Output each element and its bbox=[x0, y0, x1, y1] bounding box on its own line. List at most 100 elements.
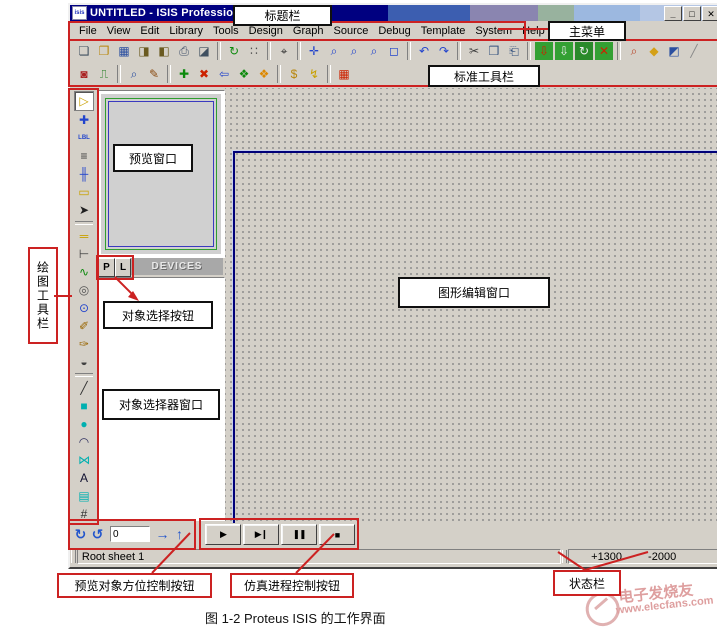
view-netlist-icon[interactable]: ❖ bbox=[235, 65, 253, 83]
packaging-tool-icon[interactable]: ◩ bbox=[665, 42, 683, 60]
statusbar-grip[interactable] bbox=[71, 550, 76, 563]
electrical-rules-icon[interactable]: ↯ bbox=[305, 65, 323, 83]
terminal-icon[interactable]: ═ bbox=[75, 227, 93, 245]
toolbar-button[interactable] bbox=[297, 42, 301, 60]
step-button[interactable]: ▶❙ bbox=[243, 524, 279, 545]
redraw-icon[interactable]: ↻ bbox=[225, 42, 243, 60]
statusbar-grip[interactable] bbox=[562, 550, 568, 563]
mirror-horizontal-button[interactable]: → bbox=[154, 525, 171, 543]
mode-button[interactable] bbox=[75, 221, 93, 225]
save-file-icon[interactable]: ▦ bbox=[115, 42, 133, 60]
search-tag-icon[interactable]: ⌕ bbox=[125, 65, 143, 83]
netlist-compile-icon[interactable]: ❖ bbox=[255, 65, 273, 83]
menu-item[interactable]: Edit bbox=[135, 24, 164, 38]
2d-path-icon[interactable]: ⋈ bbox=[75, 451, 93, 469]
bill-of-materials-icon[interactable]: $ bbox=[285, 65, 303, 83]
component-mode-icon[interactable]: ▷ bbox=[74, 91, 94, 111]
rotation-angle-input[interactable] bbox=[110, 526, 150, 542]
cut-icon[interactable]: ✂ bbox=[465, 42, 483, 60]
toolbar-button[interactable] bbox=[167, 65, 171, 83]
2d-marker-icon[interactable]: # bbox=[75, 505, 93, 523]
new-sheet-icon[interactable]: ✚ bbox=[175, 65, 193, 83]
new-file-icon[interactable]: ❏ bbox=[75, 42, 93, 60]
virtual-instrument-icon[interactable]: ◒ bbox=[75, 353, 93, 371]
goto-parent-icon[interactable]: ⇦ bbox=[215, 65, 233, 83]
zoom-all-icon[interactable]: ⌕ bbox=[365, 42, 383, 60]
stop-button[interactable]: ■ bbox=[319, 524, 355, 545]
menu-item[interactable]: System bbox=[470, 24, 517, 38]
minimize-button[interactable]: _ bbox=[664, 6, 682, 21]
wire-label-icon[interactable]: LBL bbox=[75, 129, 93, 147]
2d-circle-icon[interactable]: ● bbox=[75, 415, 93, 433]
menu-item[interactable]: Debug bbox=[373, 24, 415, 38]
mark-output-area-icon[interactable]: ◪ bbox=[195, 42, 213, 60]
block-delete-icon[interactable]: ✕ bbox=[595, 42, 613, 60]
maximize-button[interactable]: □ bbox=[683, 6, 701, 21]
2d-symbol-icon[interactable]: ▤ bbox=[75, 487, 93, 505]
toolbar-button[interactable] bbox=[617, 42, 621, 60]
pan-icon[interactable]: ✛ bbox=[305, 42, 323, 60]
pause-button[interactable]: ❚❚ bbox=[281, 524, 317, 545]
zoom-area-icon[interactable]: ◻ bbox=[385, 42, 403, 60]
netlist-to-ares-icon[interactable]: ▦ bbox=[335, 65, 353, 83]
device-pin-icon[interactable]: ⊢ bbox=[75, 245, 93, 263]
2d-arc-icon[interactable]: ◠ bbox=[75, 433, 93, 451]
graph-mode-icon[interactable]: ∿ bbox=[75, 263, 93, 281]
bus-icon[interactable]: ╫ bbox=[75, 165, 93, 183]
pick-devices-button[interactable]: P bbox=[98, 258, 115, 277]
import-section-icon[interactable]: ◨ bbox=[135, 42, 153, 60]
block-rotate-icon[interactable]: ↻ bbox=[575, 42, 593, 60]
toolbar-button[interactable] bbox=[117, 65, 121, 83]
redo-icon[interactable]: ↷ bbox=[435, 42, 453, 60]
menu-item[interactable]: Source bbox=[329, 24, 374, 38]
copy-icon[interactable]: ❒ bbox=[485, 42, 503, 60]
toolbar-button[interactable] bbox=[267, 42, 271, 60]
current-probe-icon[interactable]: ✑ bbox=[75, 335, 93, 353]
menu-item[interactable]: Template bbox=[416, 24, 471, 38]
toggle-grid-icon[interactable]: ∷ bbox=[245, 42, 263, 60]
rotate-anticlockwise-button[interactable]: ↺ bbox=[89, 525, 106, 543]
toolbar-button[interactable] bbox=[327, 65, 331, 83]
property-assignment-icon[interactable]: ✎ bbox=[145, 65, 163, 83]
toolbar-button[interactable] bbox=[527, 42, 531, 60]
undo-icon[interactable]: ↶ bbox=[415, 42, 433, 60]
decompose-icon[interactable]: ╱ bbox=[685, 42, 703, 60]
block-move-icon[interactable]: ⇩ bbox=[555, 42, 573, 60]
print-icon[interactable]: ⎙ bbox=[175, 42, 193, 60]
paste-icon[interactable]: ⎗ bbox=[505, 42, 523, 60]
make-device-icon[interactable]: ◆ bbox=[645, 42, 663, 60]
rotate-clockwise-button[interactable]: ↻ bbox=[72, 525, 89, 543]
block-copy-icon[interactable]: ⇩ bbox=[535, 42, 553, 60]
mirror-vertical-button[interactable]: ↑ bbox=[171, 525, 188, 543]
text-script-icon[interactable]: ≡ bbox=[75, 147, 93, 165]
toolbar-button[interactable] bbox=[457, 42, 461, 60]
realtime-annotation-icon[interactable]: ◙ bbox=[75, 65, 93, 83]
subcircuit-icon[interactable]: ▭ bbox=[75, 183, 93, 201]
open-file-icon[interactable]: ❐ bbox=[95, 42, 113, 60]
wire-autorouter-icon[interactable]: ⎍ bbox=[95, 65, 113, 83]
close-button[interactable]: ✕ bbox=[702, 6, 717, 21]
tape-recorder-icon[interactable]: ◎ bbox=[75, 281, 93, 299]
zoom-in-icon[interactable]: ⌕ bbox=[325, 42, 343, 60]
toolbar-button[interactable] bbox=[217, 42, 221, 60]
toolbar-button[interactable] bbox=[407, 42, 411, 60]
zoom-out-icon[interactable]: ⌕ bbox=[345, 42, 363, 60]
menu-item[interactable]: File bbox=[74, 24, 102, 38]
2d-text-icon[interactable]: A bbox=[75, 469, 93, 487]
toolbar-button[interactable] bbox=[277, 65, 281, 83]
pick-device-icon[interactable]: ⌕ bbox=[625, 42, 643, 60]
play-button[interactable]: ▶ bbox=[205, 524, 241, 545]
2d-box-icon[interactable]: ■ bbox=[75, 397, 93, 415]
menu-item[interactable]: Library bbox=[164, 24, 208, 38]
2d-line-icon[interactable]: ╱ bbox=[75, 379, 93, 397]
origin-icon[interactable]: ⌖ bbox=[275, 42, 293, 60]
mode-button[interactable] bbox=[75, 373, 93, 377]
voltage-probe-icon[interactable]: ✐ bbox=[75, 317, 93, 335]
instant-edit-icon[interactable]: ➤ bbox=[75, 201, 93, 219]
menu-item[interactable]: Help bbox=[517, 24, 550, 38]
generator-icon[interactable]: ⊙ bbox=[75, 299, 93, 317]
library-manage-button[interactable]: L bbox=[115, 258, 131, 277]
menu-item[interactable]: View bbox=[102, 24, 136, 38]
junction-dot-icon[interactable]: ✚ bbox=[75, 111, 93, 129]
remove-sheet-icon[interactable]: ✖ bbox=[195, 65, 213, 83]
